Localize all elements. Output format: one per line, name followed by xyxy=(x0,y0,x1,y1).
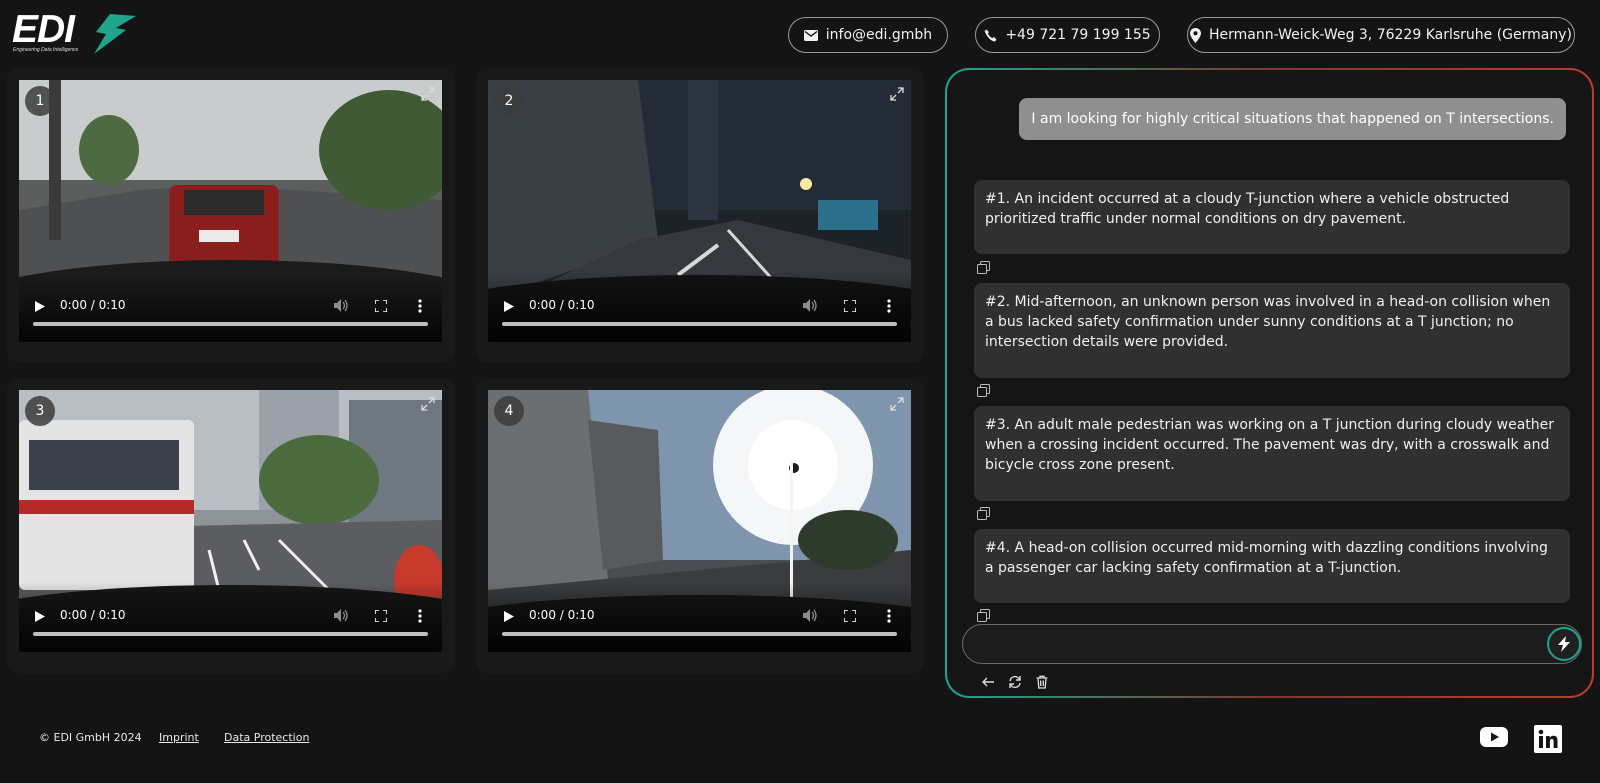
video-number-badge: 2 xyxy=(494,86,524,116)
more-icon[interactable] xyxy=(887,299,891,313)
email-label: info@edi.gmbh xyxy=(825,27,933,43)
video-time: 0:00 / 0:10 xyxy=(60,298,126,312)
result-item-3: #3. An adult male pedestrian was working… xyxy=(974,406,1570,501)
youtube-icon[interactable] xyxy=(1480,727,1508,747)
video-number-badge: 4 xyxy=(494,396,524,426)
phone-label: +49 721 79 199 155 xyxy=(1005,27,1151,43)
volume-icon[interactable] xyxy=(803,299,818,312)
video-card-4: 4 0:00 / 0:10 xyxy=(476,378,924,673)
delete-button[interactable] xyxy=(1035,674,1049,689)
chat-panel: I am looking for highly critical situati… xyxy=(945,68,1594,698)
logo-tagline: Engineering Data Intelligence xyxy=(13,47,79,53)
location-icon xyxy=(1190,27,1202,43)
video-card-3: 3 0:00 / 0:10 xyxy=(7,378,455,673)
video-progress-bar[interactable] xyxy=(502,632,897,636)
volume-icon[interactable] xyxy=(803,609,818,622)
bolt-icon xyxy=(94,14,136,54)
play-icon[interactable] xyxy=(504,301,514,312)
linkedin-icon[interactable] xyxy=(1534,725,1562,753)
address-contact-button[interactable]: Hermann-Weick-Weg 3, 76229 Karlsruhe (Ge… xyxy=(1187,17,1575,53)
edi-logo[interactable]: EDI Engineering Data Intelligence xyxy=(12,8,136,56)
refresh-button[interactable] xyxy=(1008,674,1022,689)
chat-toolbar xyxy=(981,674,1049,689)
volume-icon[interactable] xyxy=(334,609,349,622)
expand-icon[interactable] xyxy=(889,86,905,102)
send-button[interactable] xyxy=(1547,627,1581,661)
send-icon xyxy=(1558,636,1570,652)
video-number-badge: 1 xyxy=(25,86,55,116)
imprint-link[interactable]: Imprint xyxy=(159,731,199,744)
user-message: I am looking for highly critical situati… xyxy=(1019,98,1566,140)
copy-icon[interactable] xyxy=(977,609,991,623)
result-item-4: #4. A head-on collision occurred mid-mor… xyxy=(974,529,1570,603)
expand-icon[interactable] xyxy=(420,86,436,102)
fullscreen-icon[interactable] xyxy=(844,300,856,312)
video-progress-bar[interactable] xyxy=(502,322,897,326)
video-card-2: 2 0:00 / 0:10 xyxy=(476,68,924,363)
video-player-1[interactable]: 1 0:00 / 0:10 xyxy=(19,80,442,342)
play-icon[interactable] xyxy=(35,301,45,312)
play-icon[interactable] xyxy=(35,611,45,622)
video-controls: 0:00 / 0:10 xyxy=(488,606,911,626)
phone-contact-button[interactable]: +49 721 79 199 155 xyxy=(975,17,1160,53)
chat-input[interactable] xyxy=(962,624,1582,664)
trash-icon xyxy=(1036,675,1048,689)
play-icon[interactable] xyxy=(504,611,514,622)
video-controls: 0:00 / 0:10 xyxy=(19,296,442,316)
back-icon xyxy=(982,677,994,687)
expand-icon[interactable] xyxy=(889,396,905,412)
logo-text: EDI xyxy=(12,8,75,51)
copyright-text: © EDI GmbH 2024 xyxy=(39,731,142,744)
more-icon[interactable] xyxy=(887,609,891,623)
copy-icon[interactable] xyxy=(977,261,991,275)
volume-icon[interactable] xyxy=(334,299,349,312)
back-button[interactable] xyxy=(981,674,995,688)
more-icon[interactable] xyxy=(418,299,422,313)
result-item-1: #1. An incident occurred at a cloudy T-j… xyxy=(974,180,1570,254)
address-label: Hermann-Weick-Weg 3, 76229 Karlsruhe (Ge… xyxy=(1209,27,1572,43)
video-card-1: 1 0:00 / 0:10 xyxy=(7,68,455,363)
video-player-2[interactable]: 2 0:00 / 0:10 xyxy=(488,80,911,342)
video-player-3[interactable]: 3 0:00 / 0:10 xyxy=(19,390,442,652)
copy-icon[interactable] xyxy=(977,507,991,521)
fullscreen-icon[interactable] xyxy=(375,610,387,622)
video-progress-bar[interactable] xyxy=(33,322,428,326)
expand-icon[interactable] xyxy=(420,396,436,412)
fullscreen-icon[interactable] xyxy=(375,300,387,312)
more-icon[interactable] xyxy=(418,609,422,623)
result-item-2: #2. Mid-afternoon, an unknown person was… xyxy=(974,283,1570,378)
mail-icon xyxy=(803,29,818,41)
video-controls: 0:00 / 0:10 xyxy=(488,296,911,316)
video-time: 0:00 / 0:10 xyxy=(60,608,126,622)
video-controls: 0:00 / 0:10 xyxy=(19,606,442,626)
email-contact-button[interactable]: info@edi.gmbh xyxy=(788,17,948,53)
copy-icon[interactable] xyxy=(977,384,991,398)
video-time: 0:00 / 0:10 xyxy=(529,608,595,622)
refresh-icon xyxy=(1009,675,1021,689)
phone-icon xyxy=(984,29,997,41)
video-player-4[interactable]: 4 0:00 / 0:10 xyxy=(488,390,911,652)
video-number-badge: 3 xyxy=(25,396,55,426)
video-time: 0:00 / 0:10 xyxy=(529,298,595,312)
data-protection-link[interactable]: Data Protection xyxy=(224,731,309,744)
fullscreen-icon[interactable] xyxy=(844,610,856,622)
video-progress-bar[interactable] xyxy=(33,632,428,636)
